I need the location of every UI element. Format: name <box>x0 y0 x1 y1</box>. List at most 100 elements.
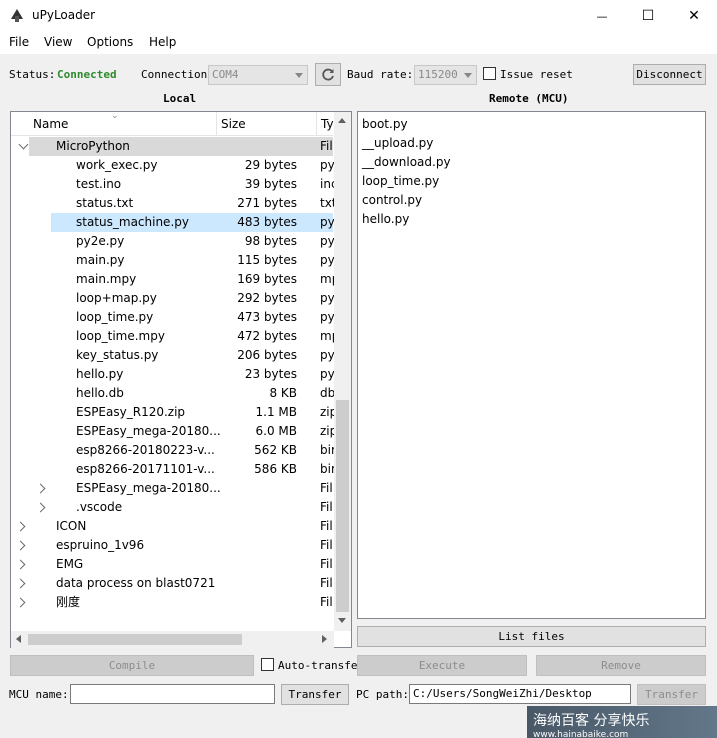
window-title: uPyLoader <box>32 8 96 22</box>
tree-row-name: ESPEasy_R120.zip <box>76 405 186 419</box>
tree-row[interactable]: loop_time.mpy 472 bytes mp <box>11 327 334 346</box>
menu-options[interactable]: Options <box>87 35 133 49</box>
tree-row[interactable]: ESPEasy_mega-20180... 6.0 MB zip <box>11 422 334 441</box>
tree-row[interactable]: key_status.py 206 bytes py <box>11 346 334 365</box>
tree-row-type: py <box>320 158 334 172</box>
chevron-right-icon[interactable] <box>15 540 26 551</box>
menu-bar: File View Options Help <box>0 32 717 54</box>
tree-row[interactable]: .vscode Fil <box>11 498 333 517</box>
baud-select[interactable]: 115200 <box>414 65 477 85</box>
horizontal-scroll-thumb[interactable] <box>28 634 242 645</box>
remote-file-item[interactable]: boot.py <box>362 115 451 134</box>
execute-button[interactable]: Execute <box>357 655 527 676</box>
menu-help[interactable]: Help <box>149 35 176 49</box>
tree-row-size: 29 bytes <box>244 158 297 172</box>
column-size[interactable]: Size <box>221 117 246 131</box>
tree-row-type: py <box>320 253 334 267</box>
auto-transfer-checkbox[interactable] <box>261 658 274 671</box>
tree-row[interactable]: status_machine.py 483 bytes py <box>51 213 334 232</box>
tree-row[interactable]: ESPEasy_R120.zip 1.1 MB zip <box>11 403 334 422</box>
transfer-to-pc-button[interactable]: Transfer <box>637 684 706 705</box>
scroll-left-icon[interactable] <box>16 635 21 643</box>
column-separator <box>216 112 217 136</box>
tree-row[interactable]: 刚度 Fil <box>11 593 333 612</box>
chevron-right-icon[interactable] <box>15 597 26 608</box>
tree-row-type: py <box>320 291 334 305</box>
tree-row[interactable]: loop_time.py 473 bytes py <box>11 308 334 327</box>
tree-row-size: 169 bytes <box>237 272 297 286</box>
tree-row[interactable]: esp8266-20180223-v... 562 KB bir <box>11 441 334 460</box>
tree-row-type: bir <box>320 462 334 476</box>
pc-path-input[interactable]: C:/Users/SongWeiZhi/Desktop <box>409 684 631 704</box>
list-files-button[interactable]: List files <box>357 626 706 647</box>
tree-row[interactable]: hello.db 8 KB db <box>11 384 334 403</box>
tree-row[interactable]: ESPEasy_mega-20180... Fil <box>11 479 333 498</box>
compile-button[interactable]: Compile <box>10 655 254 676</box>
scroll-right-icon[interactable] <box>322 635 327 643</box>
transfer-to-mcu-button[interactable]: Transfer <box>281 684 349 705</box>
column-separator <box>316 112 317 136</box>
tree-row[interactable]: status.txt 271 bytes txt <box>11 194 334 213</box>
chevron-right-icon[interactable] <box>35 483 46 494</box>
scroll-up-icon[interactable] <box>338 118 346 123</box>
tree-row-type: py <box>320 234 334 248</box>
remote-file-list[interactable]: boot.py __upload.py __download.py loop_time… <box>357 111 706 619</box>
tree-row[interactable]: data process on blast0721 Fil <box>11 574 333 593</box>
tree-row[interactable]: esp8266-20171101-v... 586 KB bir <box>11 460 334 479</box>
remote-file-item[interactable]: __download.py <box>362 153 451 172</box>
menu-file[interactable]: File <box>9 35 29 49</box>
tree-row[interactable]: py2e.py 98 bytes py <box>11 232 334 251</box>
mcu-name-input[interactable] <box>70 684 275 704</box>
chevron-right-icon[interactable] <box>15 559 26 570</box>
chevron-right-icon[interactable] <box>15 578 26 589</box>
issue-reset-checkbox[interactable] <box>483 67 496 80</box>
tree-row[interactable]: main.mpy 169 bytes mp <box>11 270 334 289</box>
minimize-button[interactable]: — <box>579 0 625 32</box>
tree-row-type: mp <box>320 329 334 343</box>
tree-row-size: 472 bytes <box>237 329 297 343</box>
port-select[interactable]: COM4 <box>208 65 308 85</box>
port-value: COM4 <box>212 68 239 81</box>
tree-row-name: loop_time.mpy <box>76 329 165 343</box>
tree-row-type: db <box>320 386 334 400</box>
tree-row[interactable]: main.py 115 bytes py <box>11 251 334 270</box>
tree-row[interactable]: espruino_1v96 Fil <box>11 536 333 555</box>
chevron-down-icon[interactable] <box>18 139 29 150</box>
local-file-tree[interactable]: Name ⌄ Size Ty MicroPython Fil work_exec.p… <box>10 111 352 648</box>
tree-row-size: 1.1 MB <box>255 405 297 419</box>
scroll-down-icon[interactable] <box>338 618 346 623</box>
tree-row[interactable]: work_exec.py 29 bytes py <box>11 156 334 175</box>
remote-file-item[interactable]: hello.py <box>362 210 451 229</box>
tree-header: Name ⌄ Size Ty <box>11 111 334 136</box>
column-name[interactable]: Name <box>33 117 68 131</box>
disconnect-button[interactable]: Disconnect <box>633 64 706 85</box>
tree-row[interactable]: loop+map.py 292 bytes py <box>11 289 334 308</box>
tree-row-name: main.mpy <box>76 272 137 286</box>
tree-row-type: py <box>320 215 334 229</box>
column-type[interactable]: Ty <box>321 117 334 131</box>
tree-row[interactable]: hello.py 23 bytes py <box>11 365 334 384</box>
remote-file-item[interactable]: __upload.py <box>362 134 451 153</box>
tree-row[interactable]: MicroPython Fil <box>18 137 333 156</box>
chevron-right-icon[interactable] <box>15 521 26 532</box>
maximize-button[interactable]: ☐ <box>625 0 671 32</box>
remote-file-item[interactable]: control.py <box>362 191 451 210</box>
chevron-down-icon <box>295 73 303 78</box>
vertical-scrollbar[interactable] <box>334 112 351 631</box>
vertical-scroll-thumb[interactable] <box>336 400 349 612</box>
tree-row[interactable]: ICON Fil <box>11 517 333 536</box>
horizontal-scrollbar[interactable] <box>11 631 334 648</box>
chevron-right-icon[interactable] <box>35 502 46 513</box>
tree-row-type: py <box>320 310 334 324</box>
tree-row[interactable]: test.ino 39 bytes inc <box>11 175 334 194</box>
refresh-ports-button[interactable] <box>315 63 341 86</box>
tree-row-type: py <box>320 367 334 381</box>
remove-button[interactable]: Remove <box>536 655 706 676</box>
tree-row-name: key_status.py <box>76 348 159 362</box>
remote-file-item[interactable]: loop_time.py <box>362 172 451 191</box>
chevron-down-icon <box>464 73 472 78</box>
close-button[interactable]: ✕ <box>671 0 717 32</box>
tree-row-name: work_exec.py <box>76 158 158 172</box>
tree-row[interactable]: EMG Fil <box>11 555 333 574</box>
menu-view[interactable]: View <box>44 35 72 49</box>
